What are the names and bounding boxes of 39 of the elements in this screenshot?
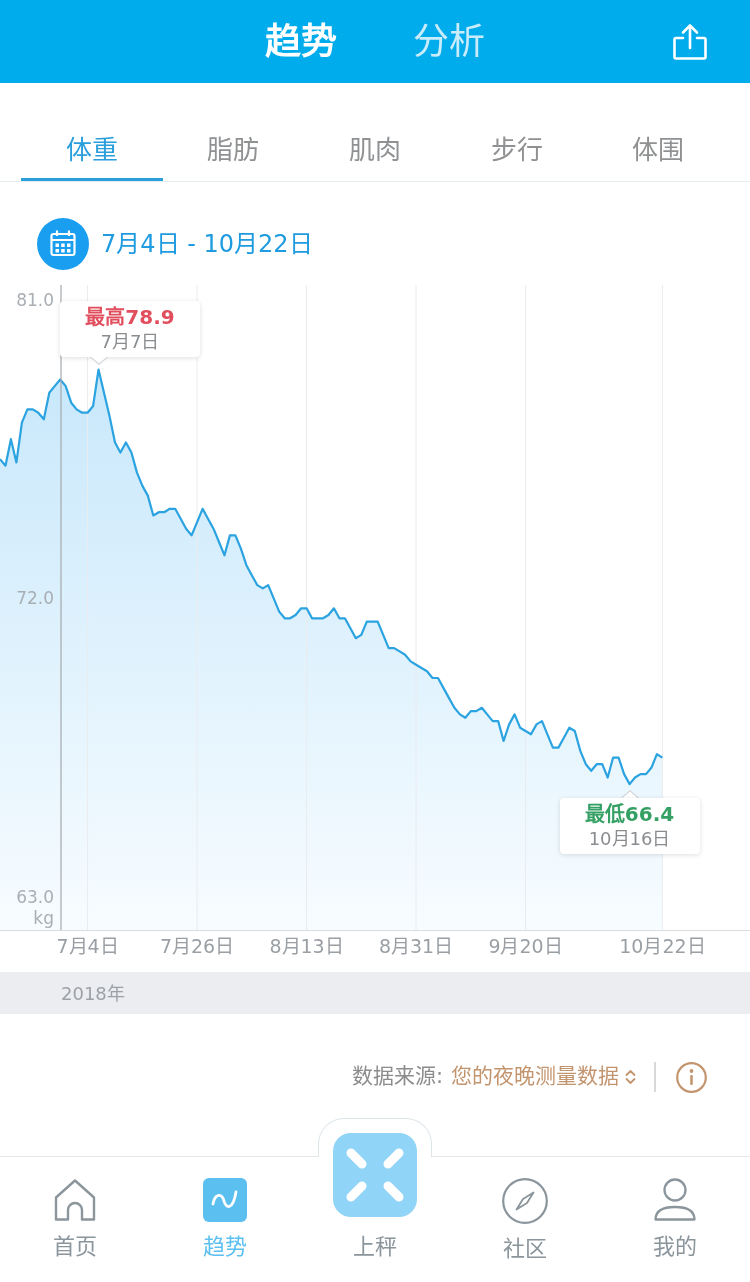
user-icon [653,1178,697,1222]
header-tab[interactable]: 趋势 [265,18,337,65]
axis-label: 81.0 [16,289,54,310]
axis-label: 10月22日 [619,935,706,957]
share-icon[interactable] [672,22,708,61]
house-icon [53,1178,97,1222]
tooltip-date: 10月16日 [588,827,671,851]
date-range-button[interactable]: 7月4日 - 10月22日 [37,218,313,270]
metric-tab[interactable]: 脂肪 [162,133,305,181]
tooltip-date: 7月7日 [100,329,160,353]
axis-label: 63.0 [16,886,54,907]
axis-label: 72.0 [16,588,54,609]
nav-item[interactable]: 首页 [0,1157,150,1282]
axis-label: 8月13日 [269,935,344,957]
data-source-label: 数据来源: [351,1063,443,1091]
pointer-icon [89,356,108,365]
tooltip-value: 最高78.9 [85,304,175,330]
year-label: 2018年 [61,981,125,1006]
axis-label: 7月4日 [56,935,119,957]
metric-tab[interactable]: 肌肉 [304,133,446,181]
unit-label: kg [33,907,54,928]
axis-label: 9月20日 [488,935,563,957]
calendar-icon [37,218,89,270]
tooltip-value: 最低66.4 [584,802,675,828]
nav-item[interactable]: 趋势 [150,1157,300,1282]
nav-item[interactable]: 我的 [600,1157,750,1282]
data-source-select[interactable]: 您的夜晚测量数据 [451,1061,636,1093]
compass-icon [502,1178,548,1224]
wave-icon [203,1178,247,1222]
header-tab[interactable]: 分析 [413,18,485,65]
metric-tab[interactable]: 体重 [21,133,163,181]
axis-label: 7月26日 [159,935,235,957]
axis-label: 8月31日 [378,935,454,957]
metric-tab[interactable]: 体围 [587,133,729,181]
metric-tab[interactable]: 步行 [445,133,588,181]
updown-caret-icon [625,1069,636,1085]
info-icon[interactable] [676,1061,707,1093]
scale-icon [333,1133,417,1217]
nav-item[interactable]: 社区 [450,1157,600,1282]
